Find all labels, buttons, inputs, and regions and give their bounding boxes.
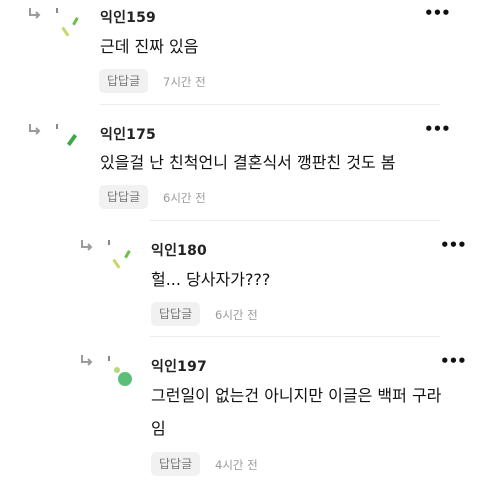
comment-time: 7시간 전	[163, 75, 206, 89]
author-name[interactable]: 익인197	[151, 356, 207, 376]
reply-arrow-icon	[29, 8, 41, 19]
more-options-button[interactable]: •••	[440, 238, 467, 253]
divider	[100, 104, 440, 105]
comment-time: 6시간 전	[163, 191, 206, 205]
divider	[150, 220, 440, 221]
reply-button[interactable]: 답답글	[151, 452, 201, 476]
reply-button[interactable]: 답답글	[99, 185, 149, 209]
comment-text-line-1: 그런일이 없는건 아니지만 이글은 백퍼 구라	[151, 386, 442, 405]
reply-arrow-icon	[81, 355, 93, 366]
reply-button[interactable]: 답답글	[99, 69, 149, 93]
comment-time: 6시간 전	[215, 308, 258, 322]
more-options-button[interactable]: •••	[424, 6, 451, 21]
comment-text: 헐... 당사자가???	[151, 270, 271, 289]
author-name[interactable]: 익인175	[100, 124, 156, 144]
author-name[interactable]: 익인159	[100, 7, 156, 27]
author-name[interactable]: 익인180	[151, 240, 207, 260]
more-options-button[interactable]: •••	[440, 354, 467, 369]
divider	[150, 336, 440, 337]
avatar	[56, 8, 79, 37]
reply-arrow-icon	[81, 240, 93, 251]
comment-text-line-2: 임	[151, 419, 166, 438]
comment-time: 4시간 전	[215, 458, 258, 472]
comment-text: 있을걸 난 친척언니 결혼식서 깽판친 것도 봄	[100, 153, 396, 172]
reply-arrow-icon	[29, 124, 41, 135]
reply-button[interactable]: 답답글	[151, 302, 201, 326]
more-options-button[interactable]: •••	[424, 122, 451, 137]
avatar	[108, 356, 132, 386]
avatar	[56, 124, 78, 147]
comment-text: 근데 진짜 있음	[100, 37, 199, 56]
avatar	[108, 240, 131, 269]
